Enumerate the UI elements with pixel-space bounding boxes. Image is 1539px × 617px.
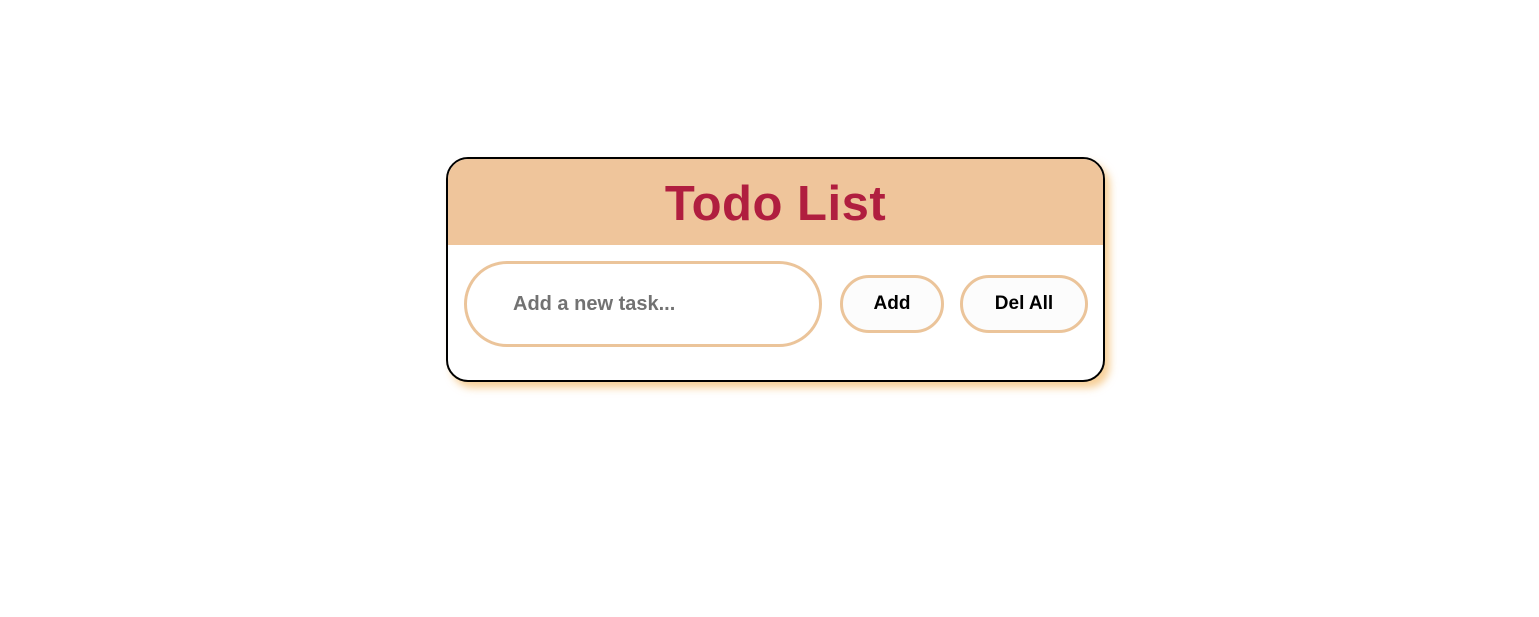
task-controls: Add Del All xyxy=(448,245,1103,380)
task-input[interactable] xyxy=(464,261,822,347)
todo-card: Todo List Add Del All xyxy=(446,157,1105,382)
card-header: Todo List xyxy=(448,159,1103,245)
add-button[interactable]: Add xyxy=(840,275,944,333)
delete-all-button[interactable]: Del All xyxy=(960,275,1088,333)
page-title: Todo List xyxy=(664,177,887,231)
